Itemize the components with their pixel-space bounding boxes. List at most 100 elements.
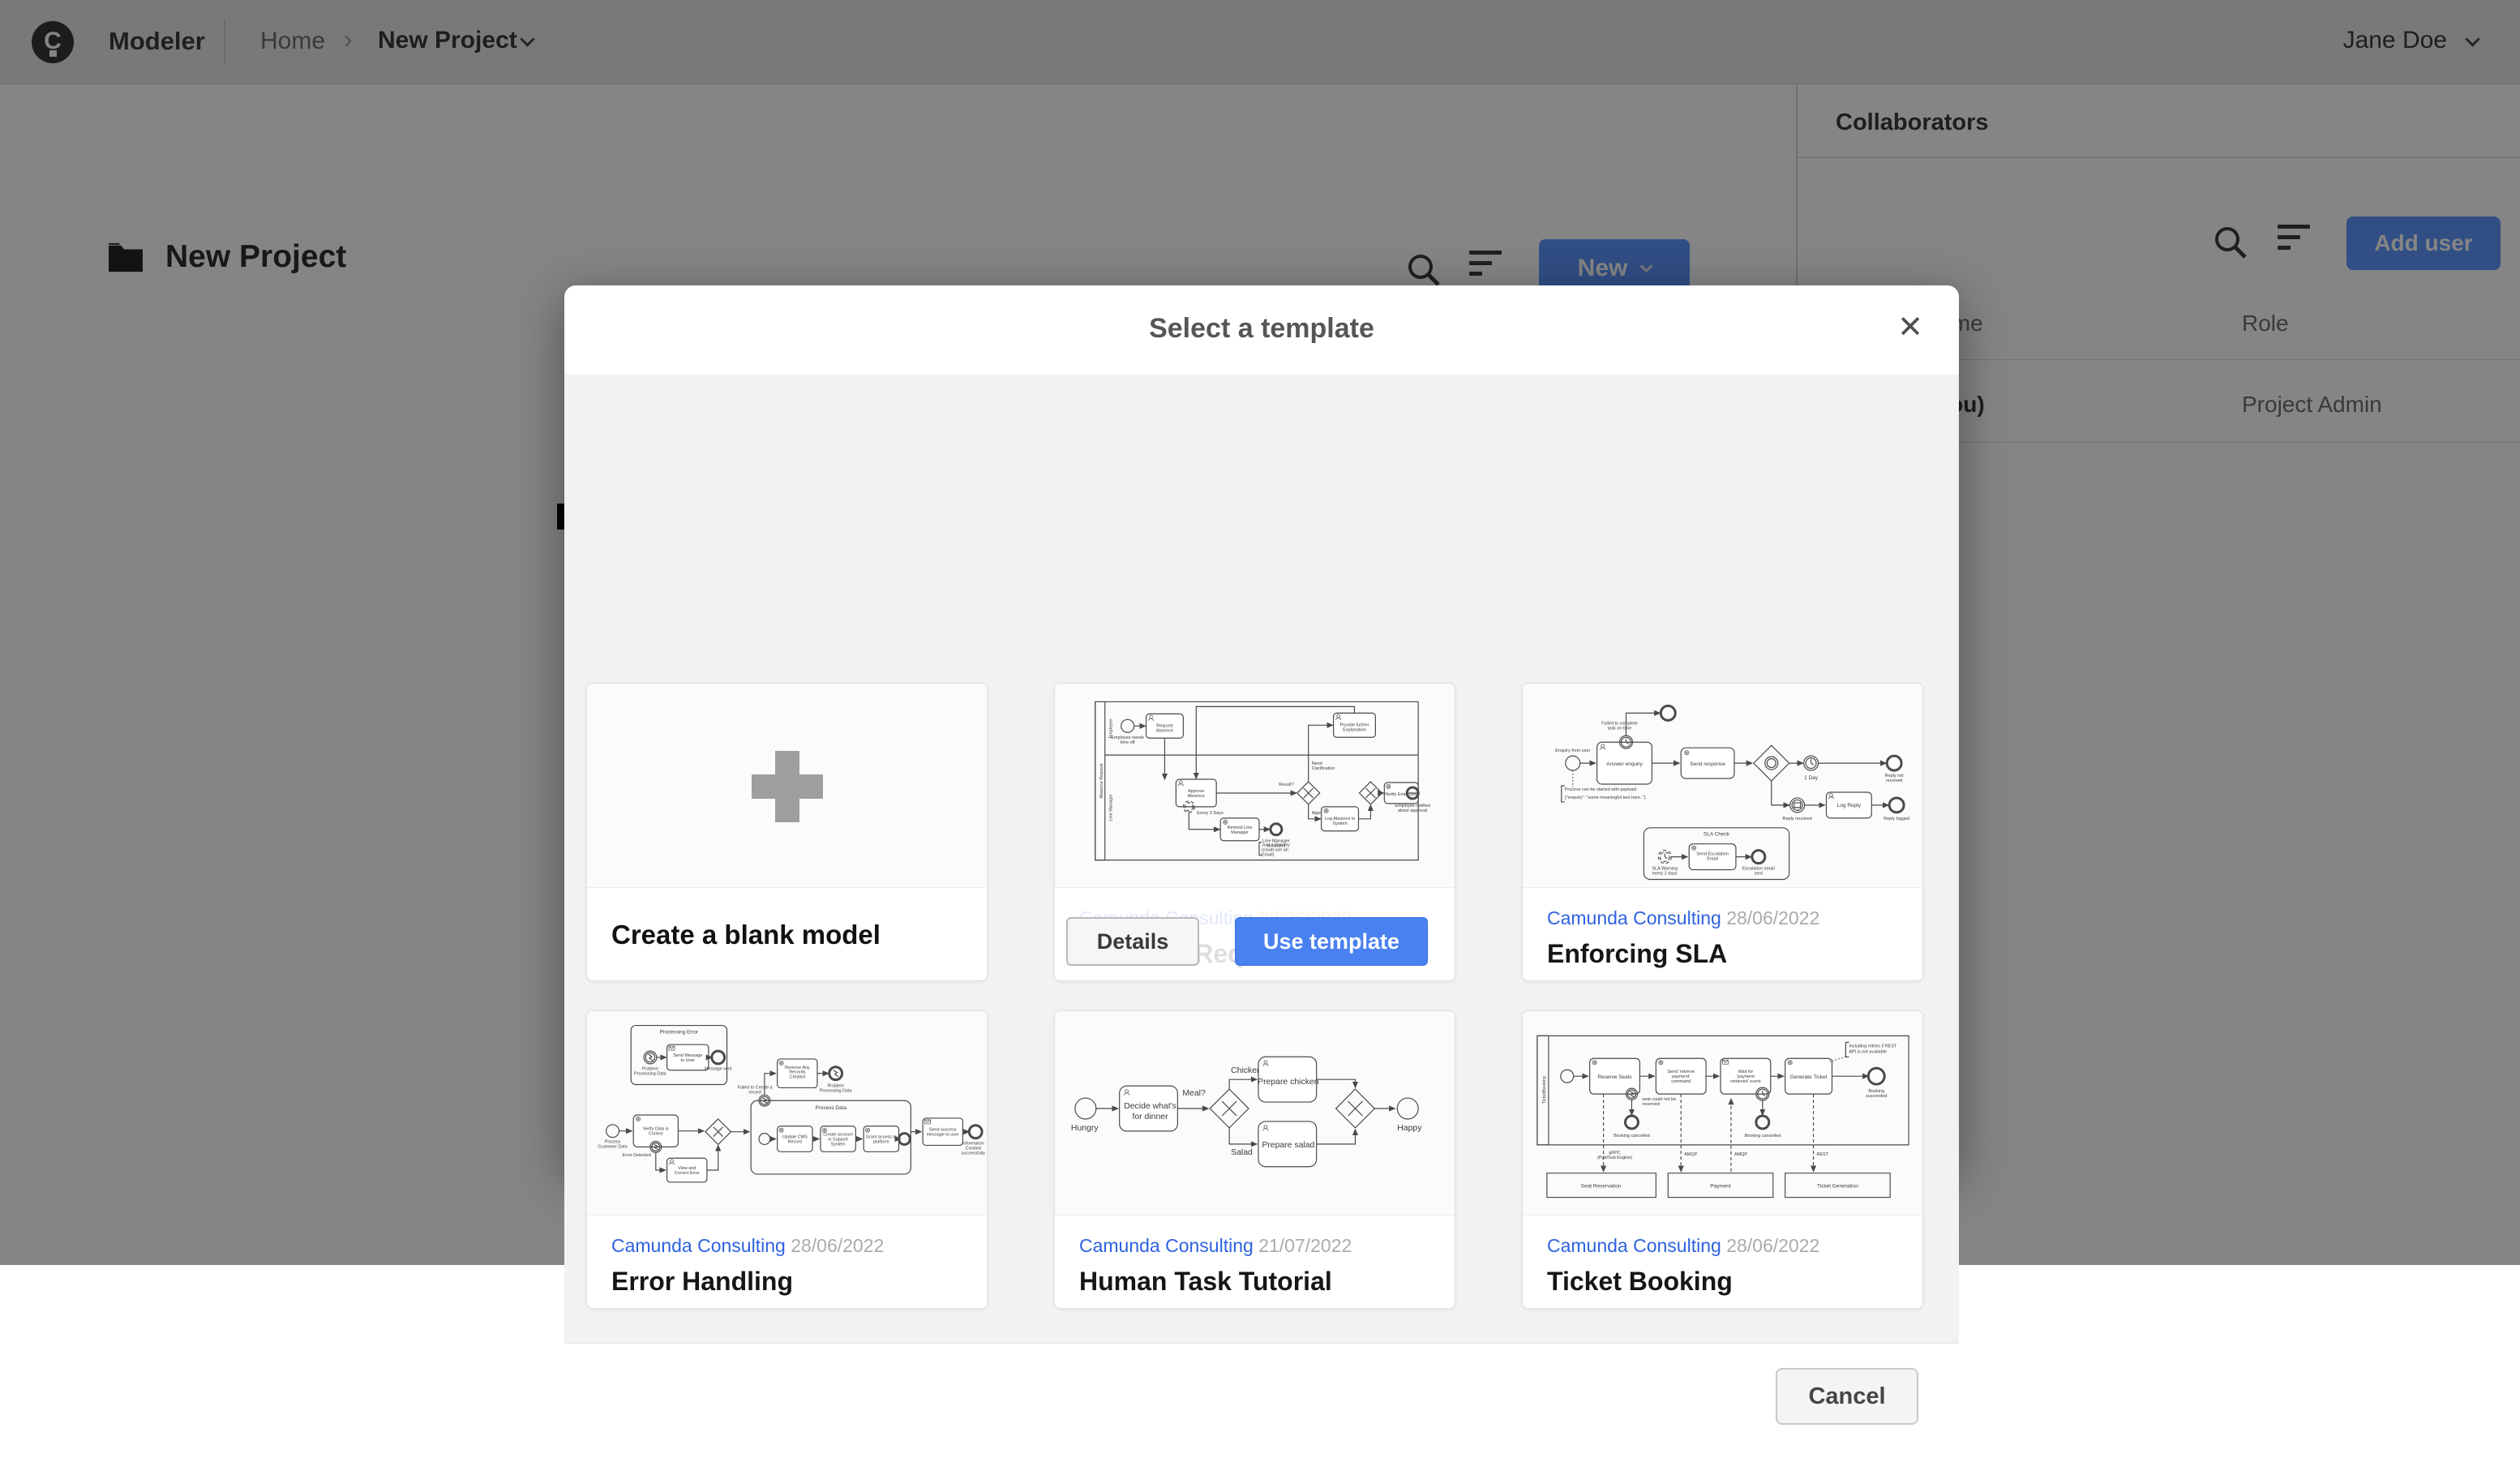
template-author-link[interactable]: Camunda Consulting <box>611 1235 786 1256</box>
svg-text:reserved: reserved <box>1642 1102 1659 1107</box>
card-preview: Enquiry from user Answer enquiry Failed … <box>1523 684 1922 888</box>
svg-text:Process can be started with pa: Process can be started with payload: <box>1565 787 1638 792</box>
card-preview <box>587 684 987 888</box>
svg-text:Correct: Correct <box>649 1132 663 1137</box>
svg-text:Processing Data: Processing Data <box>820 1088 852 1093</box>
close-icon[interactable]: ✕ <box>1889 307 1931 349</box>
svg-text:Absence Request: Absence Request <box>1099 763 1104 799</box>
svg-text:Booking cancelled: Booking cancelled <box>1614 1134 1649 1139</box>
svg-text:Process Data: Process Data <box>816 1105 847 1111</box>
bpmn-diagram-human-task: Hungry Decide what's for dinner Meal? Ch… <box>1055 1011 1455 1216</box>
svg-text:retrieved' event: retrieved' event <box>1730 1079 1761 1084</box>
svg-text:Email: Email <box>1707 857 1718 862</box>
svg-text:AMQP: AMQP <box>1684 1152 1697 1157</box>
svg-text:Reserve Seats: Reserve Seats <box>1597 1074 1631 1080</box>
template-author-link[interactable]: Camunda Consulting <box>1547 907 1721 928</box>
dialog-footer: Cancel <box>564 1343 1959 1458</box>
template-card-enforcing-sla[interactable]: Enquiry from user Answer enquiry Failed … <box>1522 683 1923 981</box>
card-preview: TicketBooking Reserve Seats seat could n… <box>1523 1011 1922 1216</box>
svg-text:succeeded: succeeded <box>1866 1094 1887 1099</box>
svg-text:sent: sent <box>1755 872 1764 877</box>
template-date: 28/06/2022 <box>1726 1235 1819 1256</box>
cancel-button[interactable]: Cancel <box>1776 1368 1918 1425</box>
svg-text:System: System <box>831 1142 846 1147</box>
svg-text:(Pub/Sub Engine): (Pub/Sub Engine) <box>1597 1156 1632 1160</box>
plus-icon <box>752 751 823 822</box>
svg-text:Every 2 Days: Every 2 Days <box>1197 811 1224 816</box>
svg-text:Explanation: Explanation <box>1343 727 1366 732</box>
svg-text:Reply received: Reply received <box>1783 817 1812 821</box>
svg-text:command: command <box>1671 1079 1691 1084</box>
svg-text:Processing Error: Processing Error <box>660 1029 699 1035</box>
svg-text:Processing Data: Processing Data <box>634 1072 666 1077</box>
svg-text:Decide what's: Decide what's <box>1124 1102 1176 1111</box>
card-title: Error Handling <box>611 1267 962 1297</box>
card-footer: Camunda Consulting 28/06/2022 Enforcing … <box>1523 888 1922 981</box>
template-card-error-handling[interactable]: Processing Error Problem Processing Data… <box>586 1010 988 1309</box>
svg-text:1 Day: 1 Day <box>1804 775 1819 781</box>
svg-text:to User: to User <box>681 1058 696 1063</box>
template-card-ticket-booking[interactable]: TicketBooking Reserve Seats seat could n… <box>1522 1010 1923 1309</box>
svg-text:received: received <box>1886 778 1903 783</box>
svg-text:platform: platform <box>873 1139 889 1144</box>
svg-text:Manager: Manager <box>1231 830 1249 835</box>
select-template-dialog: Select a template ✕ Create a blank model… <box>564 285 1959 1173</box>
svg-text:successfully: successfully <box>962 1151 985 1156</box>
svg-text:Hungry: Hungry <box>1071 1124 1099 1133</box>
svg-text:Record: Record <box>788 1139 802 1144</box>
card-title: Create a blank model <box>611 888 962 981</box>
svg-text:Generate Ticket: Generate Ticket <box>1790 1074 1828 1080</box>
svg-text:task on time: task on time <box>1608 726 1631 731</box>
bpmn-diagram-absence-request: Absence Request Employee Line Manager Em… <box>1055 684 1455 888</box>
svg-text:Error Detected: Error Detected <box>623 1153 651 1158</box>
card-footer: Camunda Consulting 28/06/2022 Ticket Boo… <box>1523 1216 1922 1309</box>
card-footer: Camunda Consulting 28/06/2022 Error Hand… <box>587 1216 987 1309</box>
svg-text:for dinner: for dinner <box>1132 1113 1168 1121</box>
template-date: 28/06/2022 <box>1726 907 1819 928</box>
svg-text:Ticket Generation: Ticket Generation <box>1817 1184 1858 1190</box>
card-title: Human Task Tutorial <box>1079 1267 1430 1297</box>
dialog-header: Select a template ✕ <box>564 285 1959 375</box>
svg-text:Customer Data: Customer Data <box>598 1144 627 1149</box>
svg-text:Booking cancelled: Booking cancelled <box>1745 1134 1781 1139</box>
svg-text:Chicken: Chicken <box>1231 1066 1262 1075</box>
svg-text:Salad: Salad <box>1231 1148 1253 1157</box>
svg-text:Created: Created <box>790 1075 805 1080</box>
svg-text:Correct Error: Correct Error <box>675 1171 700 1176</box>
svg-text:SLA Check: SLA Check <box>1704 832 1730 838</box>
svg-text:Clarification: Clarification <box>1312 766 1335 771</box>
card-title: Ticket Booking <box>1547 1267 1898 1297</box>
svg-text:Meal?: Meal? <box>1182 1089 1206 1098</box>
svg-text:{"enquiry": "some meaningful t: {"enquiry": "some meaningful text here..… <box>1565 795 1646 800</box>
use-template-button[interactable]: Use template <box>1235 917 1428 966</box>
bpmn-diagram-error-handling: Processing Error Problem Processing Data… <box>587 1011 987 1216</box>
svg-text:API is not available: API is not available <box>1849 1049 1887 1054</box>
card-preview: Absence Request Employee Line Manager Em… <box>1055 684 1455 888</box>
svg-text:Absence: Absence <box>1156 728 1173 733</box>
svg-text:Prepare salad: Prepare salad <box>1262 1141 1314 1150</box>
dialog-title: Select a template <box>564 285 1959 345</box>
svg-text:Line Manager: Line Manager <box>1109 794 1114 821</box>
card-title: Enforcing SLA <box>1547 939 1898 969</box>
template-card-absence-request[interactable]: Absence Request Employee Line Manager Em… <box>1054 683 1455 981</box>
svg-text:Absence: Absence <box>1188 794 1205 799</box>
template-date: 21/07/2022 <box>1258 1235 1352 1256</box>
template-card-human-task-tutorial[interactable]: Hungry Decide what's for dinner Meal? Ch… <box>1054 1010 1455 1309</box>
svg-text:Happy: Happy <box>1397 1124 1422 1133</box>
template-date: 28/06/2022 <box>791 1235 884 1256</box>
svg-text:time off: time off <box>1121 740 1135 745</box>
card-preview: Hungry Decide what's for dinner Meal? Ch… <box>1055 1011 1455 1216</box>
svg-text:Enquiry from user: Enquiry from user <box>1555 748 1590 753</box>
template-author-link[interactable]: Camunda Consulting <box>1547 1235 1721 1256</box>
svg-text:REST: REST <box>1817 1152 1829 1157</box>
svg-text:every 2 days: every 2 days <box>1652 872 1678 877</box>
template-author-link[interactable]: Camunda Consulting <box>1079 1235 1254 1256</box>
svg-text:Prepare chicken: Prepare chicken <box>1258 1078 1319 1087</box>
svg-text:System: System <box>1332 821 1348 826</box>
svg-text:Payment: Payment <box>1710 1184 1731 1190</box>
bpmn-diagram-ticket-booking: TicketBooking Reserve Seats seat could n… <box>1523 1011 1922 1216</box>
svg-text:Seat Reservation: Seat Reservation <box>1581 1184 1622 1190</box>
template-card-blank[interactable]: Create a blank model <box>586 683 988 981</box>
details-button[interactable]: Details <box>1066 917 1199 966</box>
svg-text:Including retries if REST: Including retries if REST <box>1849 1044 1897 1048</box>
